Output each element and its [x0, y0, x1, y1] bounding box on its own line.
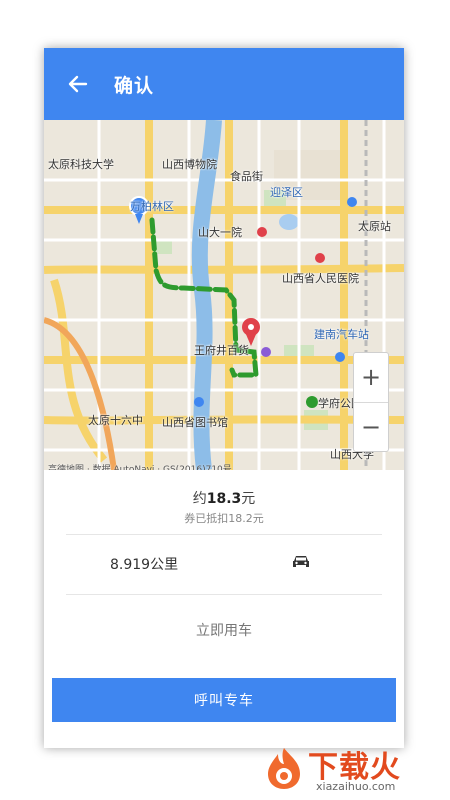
car-icon	[293, 556, 309, 567]
coupon-discount: 券已抵扣18.2元	[44, 510, 404, 526]
map-label: 山西博物院	[162, 158, 217, 171]
map-label: 迎泽区	[270, 186, 303, 199]
call-car-button[interactable]: 呼叫专车	[52, 678, 396, 722]
discount-prefix: 券已抵扣	[184, 512, 229, 525]
zoom-in-button[interactable]: +	[354, 353, 388, 402]
discount-unit: 元	[252, 512, 264, 525]
divider	[66, 534, 382, 535]
map-label: 王府井百货	[194, 344, 249, 357]
map-label: 山西省人民医院	[282, 272, 359, 285]
divider	[66, 594, 382, 595]
route-map[interactable]: 太原科技大学 山西博物院 食品街 迎泽区 太原站 万柏林区 山大一院 山西省人民…	[44, 120, 404, 475]
price-value: 18.3	[206, 491, 242, 507]
price-prefix: 约	[192, 491, 207, 507]
page-title: 确认	[114, 74, 155, 97]
zoom-control: + −	[353, 352, 389, 452]
trip-panel: 约18.3元 券已抵扣18.2元 8.919公里 立即用车 呼叫专车	[44, 470, 404, 748]
map-label: 山大一院	[198, 226, 242, 239]
watermark-subtitle: xiazaihuo.com	[316, 780, 396, 793]
map-label: 太原科技大学	[48, 158, 114, 171]
arrow-left-icon	[68, 75, 88, 93]
back-button[interactable]	[64, 70, 92, 98]
price-unit: 元	[241, 491, 256, 507]
map-label: 万柏林区	[130, 200, 174, 213]
zoom-out-button[interactable]: −	[354, 401, 388, 452]
app-bar: 确认	[44, 48, 404, 120]
phone-screen: 确认 太原科技大学 山西博物院 食品街 迎泽区 太原站 万柏林区 山大一院 山西…	[44, 48, 404, 748]
flame-logo-icon	[268, 748, 300, 789]
map-label: 太原站	[358, 220, 391, 233]
discount-value: 18.2	[228, 512, 253, 525]
map-label: 太原十六中	[88, 414, 143, 427]
map-label: 建南汽车站	[314, 328, 369, 341]
watermark: 下载火 xiazaihuo.com	[262, 740, 448, 800]
trip-distance: 8.919公里	[110, 557, 179, 573]
map-label: 山西省图书馆	[162, 416, 228, 429]
estimated-price: 约18.3元	[44, 488, 404, 508]
ride-now-button[interactable]: 立即用车	[44, 620, 404, 640]
map-label: 食品街	[230, 170, 263, 183]
